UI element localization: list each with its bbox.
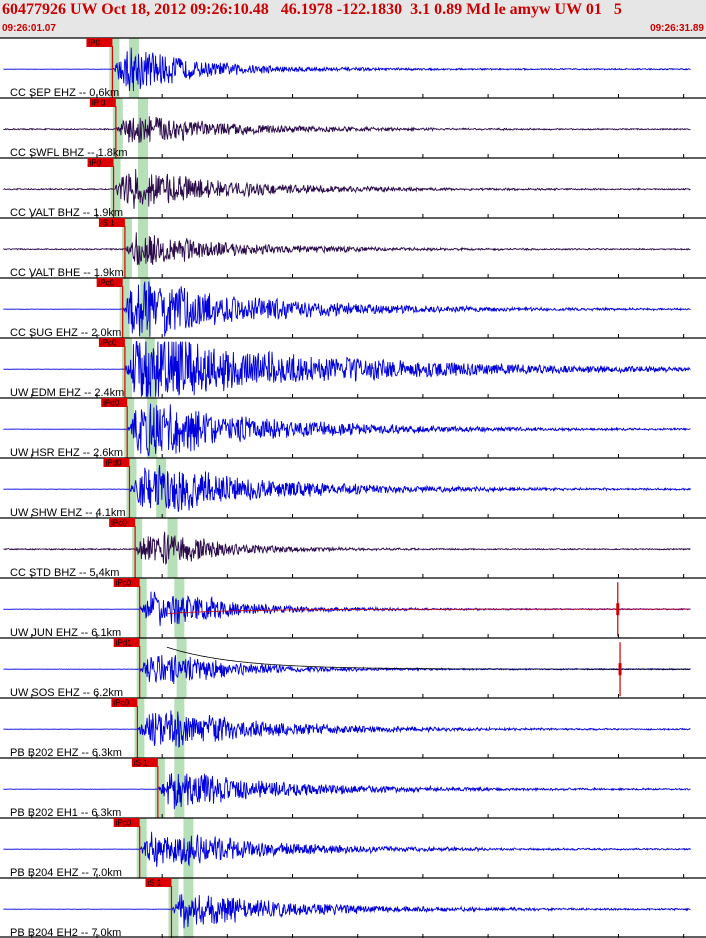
pick-label: iS 1 — [101, 219, 115, 228]
pick-label: iPc0 — [111, 519, 127, 528]
s-window-band — [138, 158, 149, 218]
waveform-trace — [3, 47, 691, 92]
pick-label: iS 1 — [134, 759, 148, 768]
station-label: CC SWFL BHZ -- 1.8km — [10, 147, 128, 159]
station-label: PB B202 EH1 -- 6.3km — [10, 807, 121, 819]
pick-label: iPd1 — [116, 639, 133, 648]
waveform-trace — [3, 465, 691, 512]
pick-label: iPc0 — [99, 279, 115, 288]
pick-label: iS 1 — [147, 879, 161, 888]
pick-label: iP0 — [88, 39, 100, 48]
pick-label: iP 0 — [92, 99, 106, 108]
station-label: UW EDM EHZ -- 2.4km — [10, 387, 124, 399]
station-label: PB B204 EHZ -- 7.0km — [10, 867, 122, 879]
pick-label: iPd0 — [105, 459, 122, 468]
pick-label: iPc0 — [113, 699, 129, 708]
station-label: UW JUN EHZ -- 6.1km — [10, 627, 121, 639]
seismogram-plot: iP0 CC SEP EHZ -- 0.6kmiP 0 CC SWFL BHZ --… — [0, 37, 706, 938]
station-label: PB B202 EHZ -- 6.3km — [10, 747, 122, 759]
waveform-trace — [3, 894, 691, 929]
glitch-spike-core — [618, 663, 622, 676]
waveform-trace — [3, 232, 691, 266]
station-label: CC VALT BHZ -- 1.9km — [10, 207, 123, 219]
pick-label: iPc0 — [101, 339, 117, 348]
waveform-trace — [3, 831, 691, 867]
station-label: UW HSR EHZ -- 2.6km — [10, 447, 123, 459]
station-label: CC SUG EHZ -- 2.0km — [10, 327, 121, 339]
station-label: CC STD BHZ -- 5.4km — [10, 567, 119, 579]
pick-label: iPd0 — [103, 399, 120, 408]
pick-label: iPc0 — [116, 579, 132, 588]
station-label: CC VALT BHE -- 1.9km — [10, 267, 124, 279]
waveform-trace — [3, 710, 691, 748]
station-label: CC SEP EHZ -- 0.6km — [10, 87, 119, 99]
station-label: UW SHW EHZ -- 4.1km — [10, 507, 126, 519]
waveform-trace — [3, 531, 691, 566]
waveform-trace — [3, 168, 691, 209]
station-label: PB B204 EH2 -- 7.0km — [10, 927, 121, 938]
waveform-trace — [3, 773, 691, 810]
glitch-spike-core — [616, 603, 620, 616]
station-label: UW SOS EHZ -- 6.2km — [10, 687, 123, 699]
pick-label: iPc0 — [116, 819, 132, 828]
waveform-trace — [3, 116, 691, 143]
pick-label: iP0 — [90, 159, 102, 168]
